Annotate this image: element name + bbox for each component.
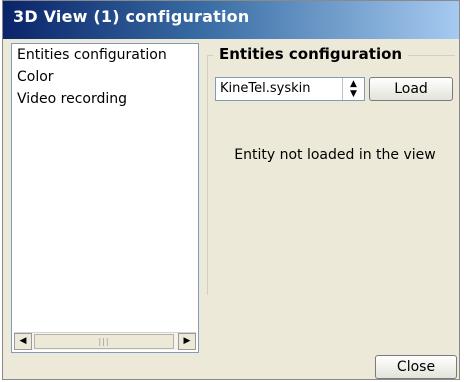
- entity-select-value: KineTel.syskin: [220, 81, 311, 96]
- updown-arrows-icon[interactable]: ▲ ▼: [342, 78, 364, 100]
- sidebar-item-video-recording[interactable]: Video recording: [12, 88, 198, 110]
- window-title: 3D View (1) configuration: [13, 7, 250, 26]
- section-list[interactable]: Entities configuration Color Video recor…: [11, 43, 199, 353]
- grip-icon: |||: [98, 337, 110, 346]
- scrollbar-thumb[interactable]: |||: [34, 334, 174, 349]
- load-button[interactable]: Load: [369, 77, 453, 101]
- sidebar-item-label: Color: [17, 69, 54, 85]
- title-bar[interactable]: 3D View (1) configuration: [3, 1, 459, 39]
- close-button[interactable]: Close: [375, 355, 457, 379]
- section-list-items: Entities configuration Color Video recor…: [12, 44, 198, 110]
- scroll-left-button[interactable]: ◀: [14, 333, 32, 350]
- status-message: Entity not loaded in the view: [234, 147, 436, 163]
- arrow-right-icon: ▶: [183, 336, 191, 346]
- entity-select[interactable]: KineTel.syskin ▲ ▼: [215, 77, 365, 101]
- sidebar-item-label: Entities configuration: [17, 47, 167, 63]
- configuration-dialog: 3D View (1) configuration Entities confi…: [2, 0, 460, 380]
- sidebar-item-color[interactable]: Color: [12, 66, 198, 88]
- horizontal-scrollbar[interactable]: ◀ ||| ▶: [14, 332, 196, 350]
- group-title: Entities configuration: [213, 45, 409, 63]
- sidebar-item-entities-configuration[interactable]: Entities configuration: [12, 44, 198, 66]
- arrow-left-icon: ◀: [19, 336, 27, 346]
- scroll-right-button[interactable]: ▶: [178, 333, 196, 350]
- sidebar-item-label: Video recording: [17, 91, 128, 107]
